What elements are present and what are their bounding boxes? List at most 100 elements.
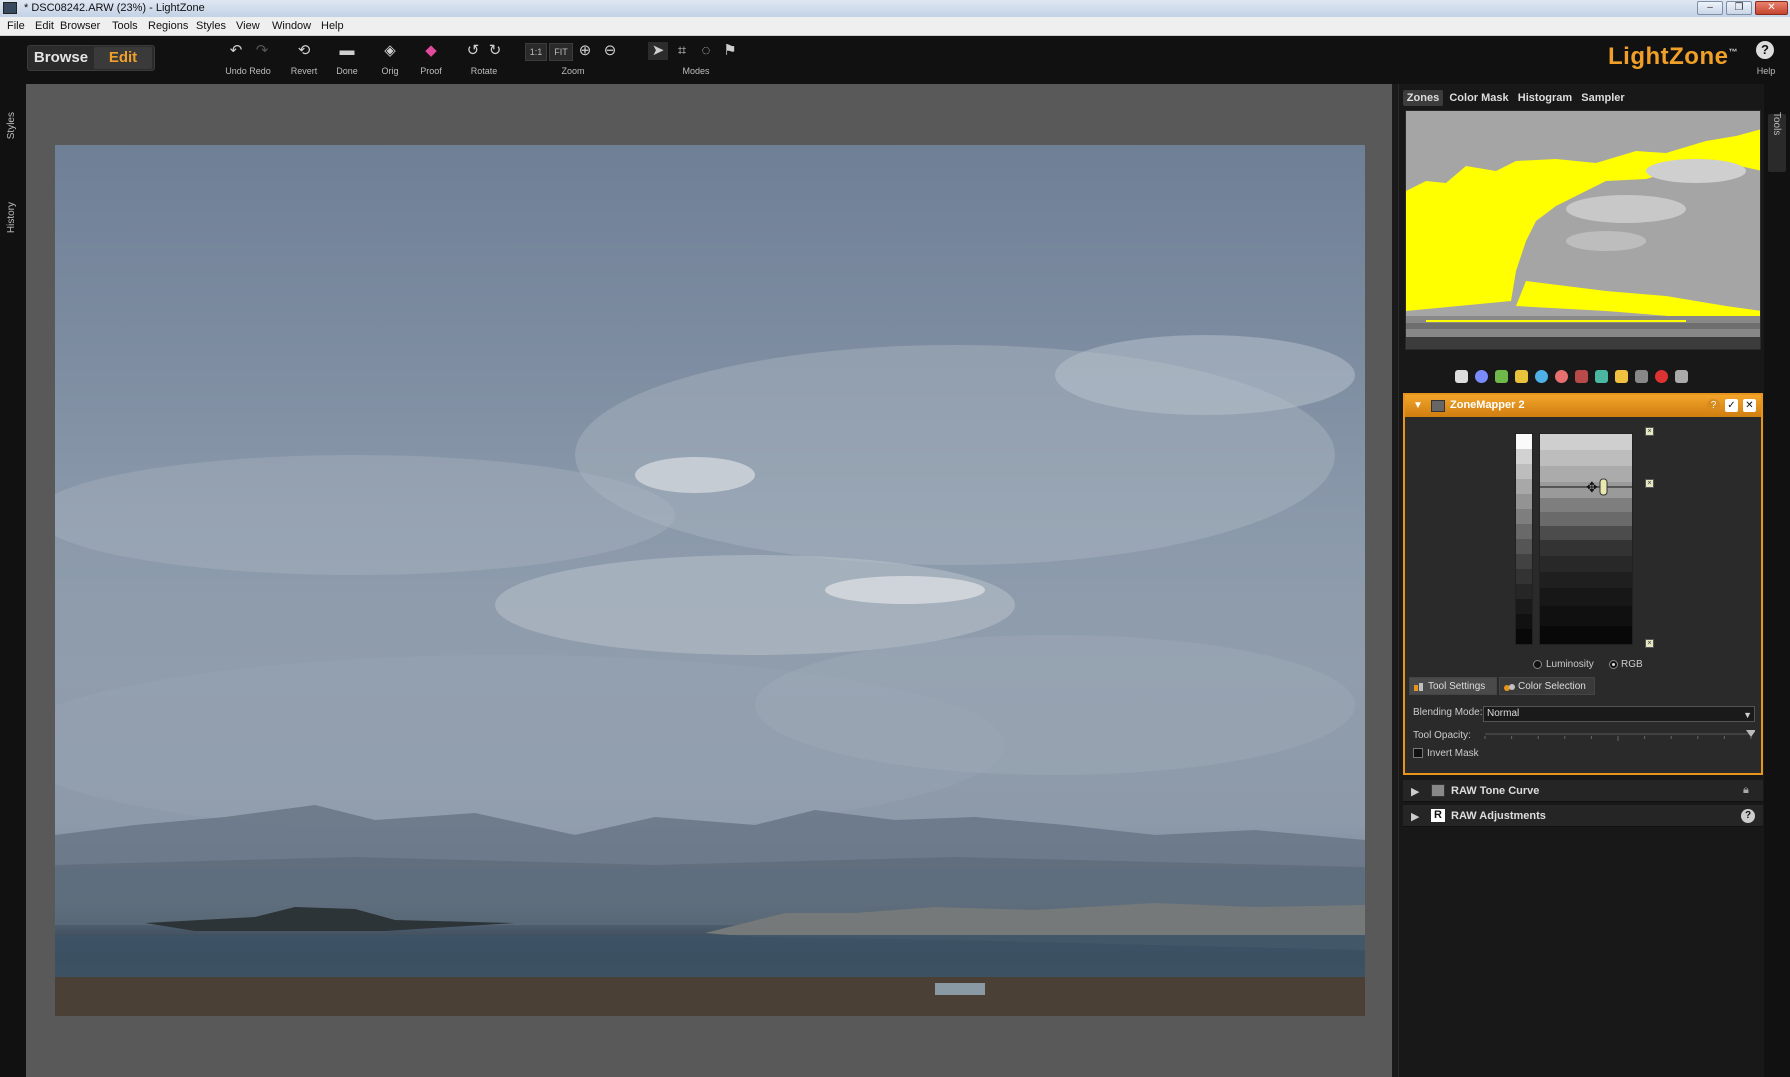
lock-icon[interactable]: 🔒︎ xyxy=(1743,784,1749,797)
zoom-1to1-button[interactable]: 1:1 xyxy=(525,43,547,61)
tab-sampler[interactable]: Sampler xyxy=(1578,90,1628,106)
menu-help[interactable]: Help xyxy=(321,20,344,32)
menu-file[interactable]: File xyxy=(7,20,25,32)
revert-icon[interactable]: ⟲ xyxy=(294,42,314,60)
raw-adjustments-tool[interactable]: ▶ R RAW Adjustments ? xyxy=(1403,805,1763,827)
zoom-label: Zoom xyxy=(561,66,585,76)
expand-triangle-icon[interactable]: ▶ xyxy=(1411,810,1419,823)
zoom-out-icon[interactable]: ⊖ xyxy=(600,42,620,60)
tab-color-mask[interactable]: Color Mask xyxy=(1446,90,1512,106)
browse-button[interactable]: Browse xyxy=(29,47,93,69)
close-button[interactable]: ✕ xyxy=(1755,1,1788,15)
tone-curve-tool-icon[interactable] xyxy=(1475,370,1488,383)
tools-tab[interactable]: Tools xyxy=(1771,112,1782,135)
hue-saturation-tool-icon[interactable] xyxy=(1555,370,1568,383)
rgb-label: RGB xyxy=(1621,659,1643,670)
title-bar: * DSC08242.ARW (23%) - LightZone – ❐ ✕ xyxy=(0,0,1790,17)
zone-map-image xyxy=(1406,111,1760,349)
collapse-triangle-icon[interactable]: ▼ xyxy=(1413,400,1423,411)
tab-histogram[interactable]: Histogram xyxy=(1515,90,1575,106)
raw-adjustments-label: RAW Adjustments xyxy=(1451,810,1546,822)
edit-button[interactable]: Edit xyxy=(94,47,152,69)
zoom-fit-button[interactable]: FIT xyxy=(549,43,573,61)
zonemapper-header[interactable]: ▼ ZoneMapper 2 ? ✓ ✕ xyxy=(1405,395,1761,417)
color-selection-label: Color Selection xyxy=(1518,681,1586,692)
undo-icon[interactable]: ↶ xyxy=(226,42,246,60)
arrow-mode-icon[interactable]: ➤ xyxy=(648,42,668,60)
channel-mixer-tool-icon[interactable] xyxy=(1595,370,1608,383)
tool-help-icon[interactable]: ? xyxy=(1707,399,1720,412)
zonemapper-tool: ▼ ZoneMapper 2 ? ✓ ✕ ✥ × × × Luminosity … xyxy=(1403,393,1763,775)
zone-top-handle[interactable]: × xyxy=(1645,427,1654,436)
zone-strip-gradient xyxy=(1516,434,1532,644)
tool-settings-icon xyxy=(1414,683,1423,691)
help-label: Help xyxy=(1756,66,1776,76)
done-label: Done xyxy=(336,66,358,76)
luminosity-radio[interactable] xyxy=(1533,660,1542,669)
zone-mapper-control[interactable]: ✥ xyxy=(1539,433,1633,645)
crop-icon[interactable]: ⌗ xyxy=(672,42,692,60)
remove-tool-icon[interactable]: ✕ xyxy=(1743,399,1756,412)
blur-tool-icon[interactable] xyxy=(1515,370,1528,383)
rotate-mode-icon[interactable]: ◌ xyxy=(696,42,716,60)
menu-view[interactable]: View xyxy=(236,20,260,32)
history-tab[interactable]: History xyxy=(6,202,17,233)
enable-checkbox[interactable]: ✓ xyxy=(1725,399,1738,412)
invert-mask-label: Invert Mask xyxy=(1427,748,1479,759)
menu-edit[interactable]: Edit xyxy=(35,20,54,32)
tool-opacity-slider[interactable] xyxy=(1483,729,1756,741)
rgb-radio[interactable] xyxy=(1609,660,1618,669)
zones-preview xyxy=(1405,110,1761,350)
opacity-slider-track xyxy=(1484,730,1756,741)
region-mode-icon[interactable]: ⚑ xyxy=(720,42,740,60)
zoom-in-icon[interactable]: ⊕ xyxy=(575,42,595,60)
menu-window[interactable]: Window xyxy=(272,20,311,32)
sharpen-tool-icon[interactable] xyxy=(1495,370,1508,383)
rotate-right-icon[interactable]: ↻ xyxy=(485,42,505,60)
right-sidebar: Tools xyxy=(1764,84,1790,1077)
menu-styles[interactable]: Styles xyxy=(196,20,226,32)
raw-tone-curve-tool[interactable]: ▶ RAW Tone Curve 🔒︎ xyxy=(1403,780,1763,802)
zone-drag-cursor-icon: ✥ xyxy=(1586,480,1598,496)
tool-icons-row xyxy=(1405,366,1761,388)
zone-bottom-handle[interactable]: × xyxy=(1645,639,1654,648)
app-icon xyxy=(3,2,17,14)
done-icon[interactable]: ▬ xyxy=(337,42,357,60)
spot-tool-icon[interactable] xyxy=(1675,370,1688,383)
lightzone-logo: LightZone™ xyxy=(1608,43,1738,71)
redo-icon[interactable]: ↷ xyxy=(252,42,272,60)
minimize-button[interactable]: – xyxy=(1697,1,1723,15)
tab-zones[interactable]: Zones xyxy=(1403,90,1443,106)
orig-icon[interactable]: ◈ xyxy=(380,42,400,60)
menu-regions[interactable]: Regions xyxy=(148,20,188,32)
tab-tool-settings[interactable]: Tool Settings xyxy=(1409,677,1497,695)
styles-tab[interactable]: Styles xyxy=(6,112,17,139)
zonemapper-icon xyxy=(1431,400,1445,412)
red-eye-tool-icon[interactable] xyxy=(1655,370,1668,383)
photo-preview[interactable] xyxy=(55,145,1365,1016)
zone-mapper-gradient: ✥ xyxy=(1540,434,1632,644)
brand-name: LightZone xyxy=(1608,43,1729,70)
menu-tools[interactable]: Tools xyxy=(112,20,138,32)
expand-triangle-icon[interactable]: ▶ xyxy=(1411,785,1419,798)
zonemapper-title: ZoneMapper 2 xyxy=(1450,399,1525,411)
revert-label: Revert xyxy=(290,66,318,76)
zone-middle-handle[interactable]: × xyxy=(1645,479,1654,488)
maximize-button[interactable]: ❐ xyxy=(1726,1,1752,15)
zonemapper-tool-icon[interactable] xyxy=(1455,370,1468,383)
color-balance-tool-icon[interactable] xyxy=(1535,370,1548,383)
luminosity-label: Luminosity xyxy=(1546,659,1594,670)
invert-mask-checkbox[interactable] xyxy=(1413,748,1423,758)
tone-curve-icon xyxy=(1431,784,1445,797)
tab-color-selection[interactable]: Color Selection xyxy=(1499,677,1595,695)
rotate-left-icon[interactable]: ↺ xyxy=(463,42,483,60)
noise-reduction-tool-icon[interactable] xyxy=(1615,370,1628,383)
blending-mode-select[interactable]: Normal ▼ xyxy=(1483,706,1755,722)
help-icon[interactable]: ? xyxy=(1741,809,1755,823)
help-icon[interactable]: ? xyxy=(1756,41,1774,59)
white-balance-tool-icon[interactable] xyxy=(1575,370,1588,383)
tools-panel: Zones Color Mask Histogram Sampler ▼ Zon… xyxy=(1398,84,1764,1077)
proof-icon[interactable]: ◆ xyxy=(421,42,441,60)
menu-browser[interactable]: Browser xyxy=(60,20,100,32)
clone-tool-icon[interactable] xyxy=(1635,370,1648,383)
